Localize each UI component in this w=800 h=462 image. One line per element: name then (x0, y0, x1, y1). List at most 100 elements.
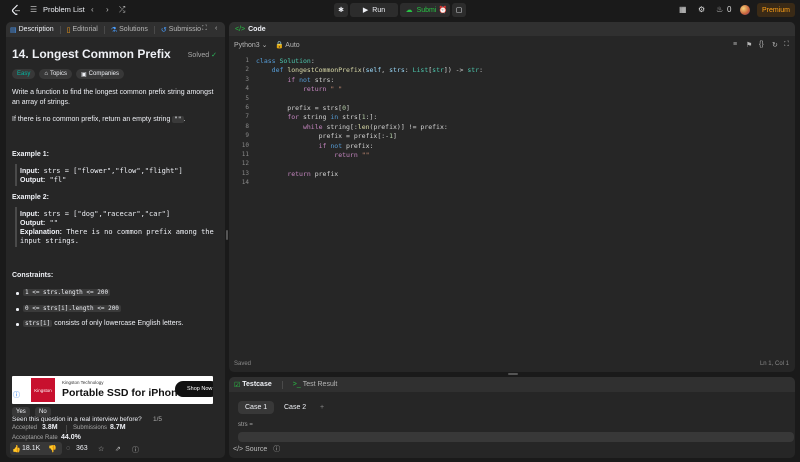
note-icon: ▢ (455, 7, 463, 14)
example-1-title: Example 1: (12, 151, 49, 158)
tab-description[interactable]: ▤ Description (10, 26, 54, 34)
auto-mode[interactable]: 🔒 Auto (275, 41, 300, 49)
code-line: prefix = strs[0] (256, 104, 350, 112)
thumbs-up-icon[interactable]: 👍 (12, 445, 21, 453)
run-button[interactable]: ▶ Run (350, 3, 398, 17)
fullscreen-icon[interactable]: ⛶ (784, 41, 789, 49)
example-1-input: Input: strs = ["flower","flow","flight"] (20, 167, 183, 175)
ad-brand: Kingston Technology (62, 380, 104, 385)
stat-separator (66, 425, 67, 433)
grid-apps-icon[interactable]: ▦ (679, 5, 687, 14)
tab-separator (153, 25, 155, 34)
next-problem-icon[interactable]: › (106, 5, 109, 14)
code-brackets-icon: </> (233, 446, 244, 453)
ad-info-icon[interactable]: ⓘ (13, 390, 20, 400)
streak-count: 0 (727, 5, 732, 14)
thumbs-down-icon[interactable]: 👎 (48, 445, 57, 453)
tab-separator (59, 25, 61, 34)
top-nav: ☰ Problem List ‹ › ⤮ ✱ ▶ Run ☁ Submit ⏰ … (0, 0, 800, 20)
code-panel: </> Code Python3 ⌄ 🔒 Auto ≡ ⚑ {} ↻ ⛶ 1 2… (229, 22, 795, 372)
companies-chip[interactable]: ▣ Companies (75, 69, 125, 79)
tab-separator (281, 380, 283, 389)
lock-icon: 🔒 (275, 41, 284, 49)
constraint-2: 0 <= strs[i].length <= 200 (23, 305, 121, 312)
shuffle-icon[interactable]: ⤮ (119, 5, 125, 15)
help-icon[interactable]: ⓘ (132, 445, 139, 455)
chevron-down-icon: ⌄ (261, 41, 268, 49)
reset-icon[interactable]: ↻ (772, 41, 778, 49)
example-bar (15, 164, 17, 186)
tab-testcase[interactable]: ☑ Testcase (234, 381, 272, 389)
submissions-value: 8.7M (110, 424, 126, 431)
description-line: Write a function to find the longest com… (12, 89, 214, 96)
interview-yes-button[interactable]: Yes (12, 407, 30, 417)
notes-button[interactable]: ▢ (452, 3, 466, 17)
constraint-1: 1 <= strs.length <= 200 (23, 289, 111, 296)
topics-chip[interactable]: ⌂ Topics (39, 69, 72, 79)
flask-icon: ⚗ (110, 26, 118, 34)
code-line: if not prefix: (318, 141, 374, 150)
user-avatar[interactable] (740, 5, 750, 15)
problem-list-link[interactable]: Problem List (43, 5, 85, 14)
case-1-tab[interactable]: Case 1 (238, 401, 275, 414)
code-line: if not strs: (287, 75, 335, 84)
code-line: def longestCommonPrefix(self, strs: List… (271, 66, 484, 75)
example-2-title: Example 2: (12, 194, 49, 201)
accepted-label: Accepted (12, 425, 38, 431)
run-controls: ✱ ▶ Run ☁ Submit (334, 3, 444, 17)
alarm-icon: ⏰ (438, 7, 448, 14)
leetcode-logo-icon[interactable] (10, 4, 22, 16)
case-2-tab[interactable]: Case 2 (277, 401, 313, 414)
description-line: an array of strings. (12, 99, 70, 106)
ad-shop-button[interactable]: Shop Now (175, 381, 213, 397)
add-case-button[interactable]: + (313, 401, 331, 414)
example-bar (15, 207, 17, 247)
language-select[interactable]: Python3 ⌄ (234, 41, 268, 49)
collapse-icon[interactable]: ‹ (215, 25, 217, 32)
lock-icon: ▣ (80, 71, 87, 78)
submissions-label: Submissions (73, 425, 108, 431)
interview-no-button[interactable]: No (35, 407, 51, 417)
testcase-tab-bar: ☑ Testcase >_ Test Result (229, 377, 795, 392)
tab-submissions[interactable]: ↺ Submissio (161, 26, 201, 34)
braces-icon[interactable]: {} (759, 41, 764, 48)
debug-button[interactable]: ✱ (334, 3, 348, 17)
timer-button[interactable]: ⏰ (436, 3, 450, 17)
tab-solutions[interactable]: ⚗ Solutions (111, 26, 148, 34)
prev-problem-icon[interactable]: ‹ (91, 5, 94, 14)
vertical-resize-handle[interactable] (226, 230, 228, 240)
premium-button[interactable]: Premium (757, 3, 795, 17)
tab-test-result[interactable]: >_ Test Result (293, 381, 338, 388)
code-line: class Solution: (256, 57, 315, 65)
advertisement-banner[interactable]: ⓘ Kingston Kingston Technology Portable … (12, 376, 213, 404)
share-icon[interactable]: ⇗ (115, 445, 121, 453)
code-line: return prefix (287, 169, 339, 178)
problem-tags: Easy ⌂ Topics ▣ Companies (12, 69, 125, 79)
like-count: 18.1K (22, 445, 41, 452)
code-line: prefix = prefix[:-1] (256, 132, 397, 141)
code-editor[interactable]: class Solution: def longestCommonPrefix(… (229, 56, 795, 356)
comment-icon[interactable]: ◌ (66, 445, 70, 452)
document-icon: ▤ (10, 26, 17, 34)
description-panel: ▤ Description ▯ Editorial ⚗ Solutions ↺ … (6, 22, 225, 458)
star-icon[interactable]: ☆ (98, 445, 104, 453)
fire-streak-icon[interactable]: ♨ (716, 5, 723, 14)
tab-editorial[interactable]: ▯ Editorial (67, 26, 98, 34)
tab-separator (103, 25, 105, 34)
solved-status: Solved ✓ (187, 52, 217, 59)
settings-gear-icon[interactable]: ⚙ (698, 5, 705, 14)
format-icon[interactable]: ≡ (733, 41, 737, 48)
horizontal-resize-handle[interactable] (508, 373, 518, 375)
acceptance-rate-value: 44.0% (61, 434, 81, 441)
source-footer[interactable]: </> Source ⓘ (233, 444, 280, 454)
list-icon[interactable]: ☰ (30, 5, 37, 14)
difficulty-badge: Easy (12, 69, 36, 79)
strs-input[interactable] (238, 432, 794, 442)
play-icon: ▶ (362, 7, 369, 14)
maximize-icon[interactable]: ⛶ (202, 25, 207, 33)
testcase-panel: ☑ Testcase >_ Test Result Case 1 Case 2 … (229, 377, 795, 458)
bookmark-icon[interactable]: ⚑ (746, 41, 752, 49)
code-line: return " " (302, 85, 343, 94)
